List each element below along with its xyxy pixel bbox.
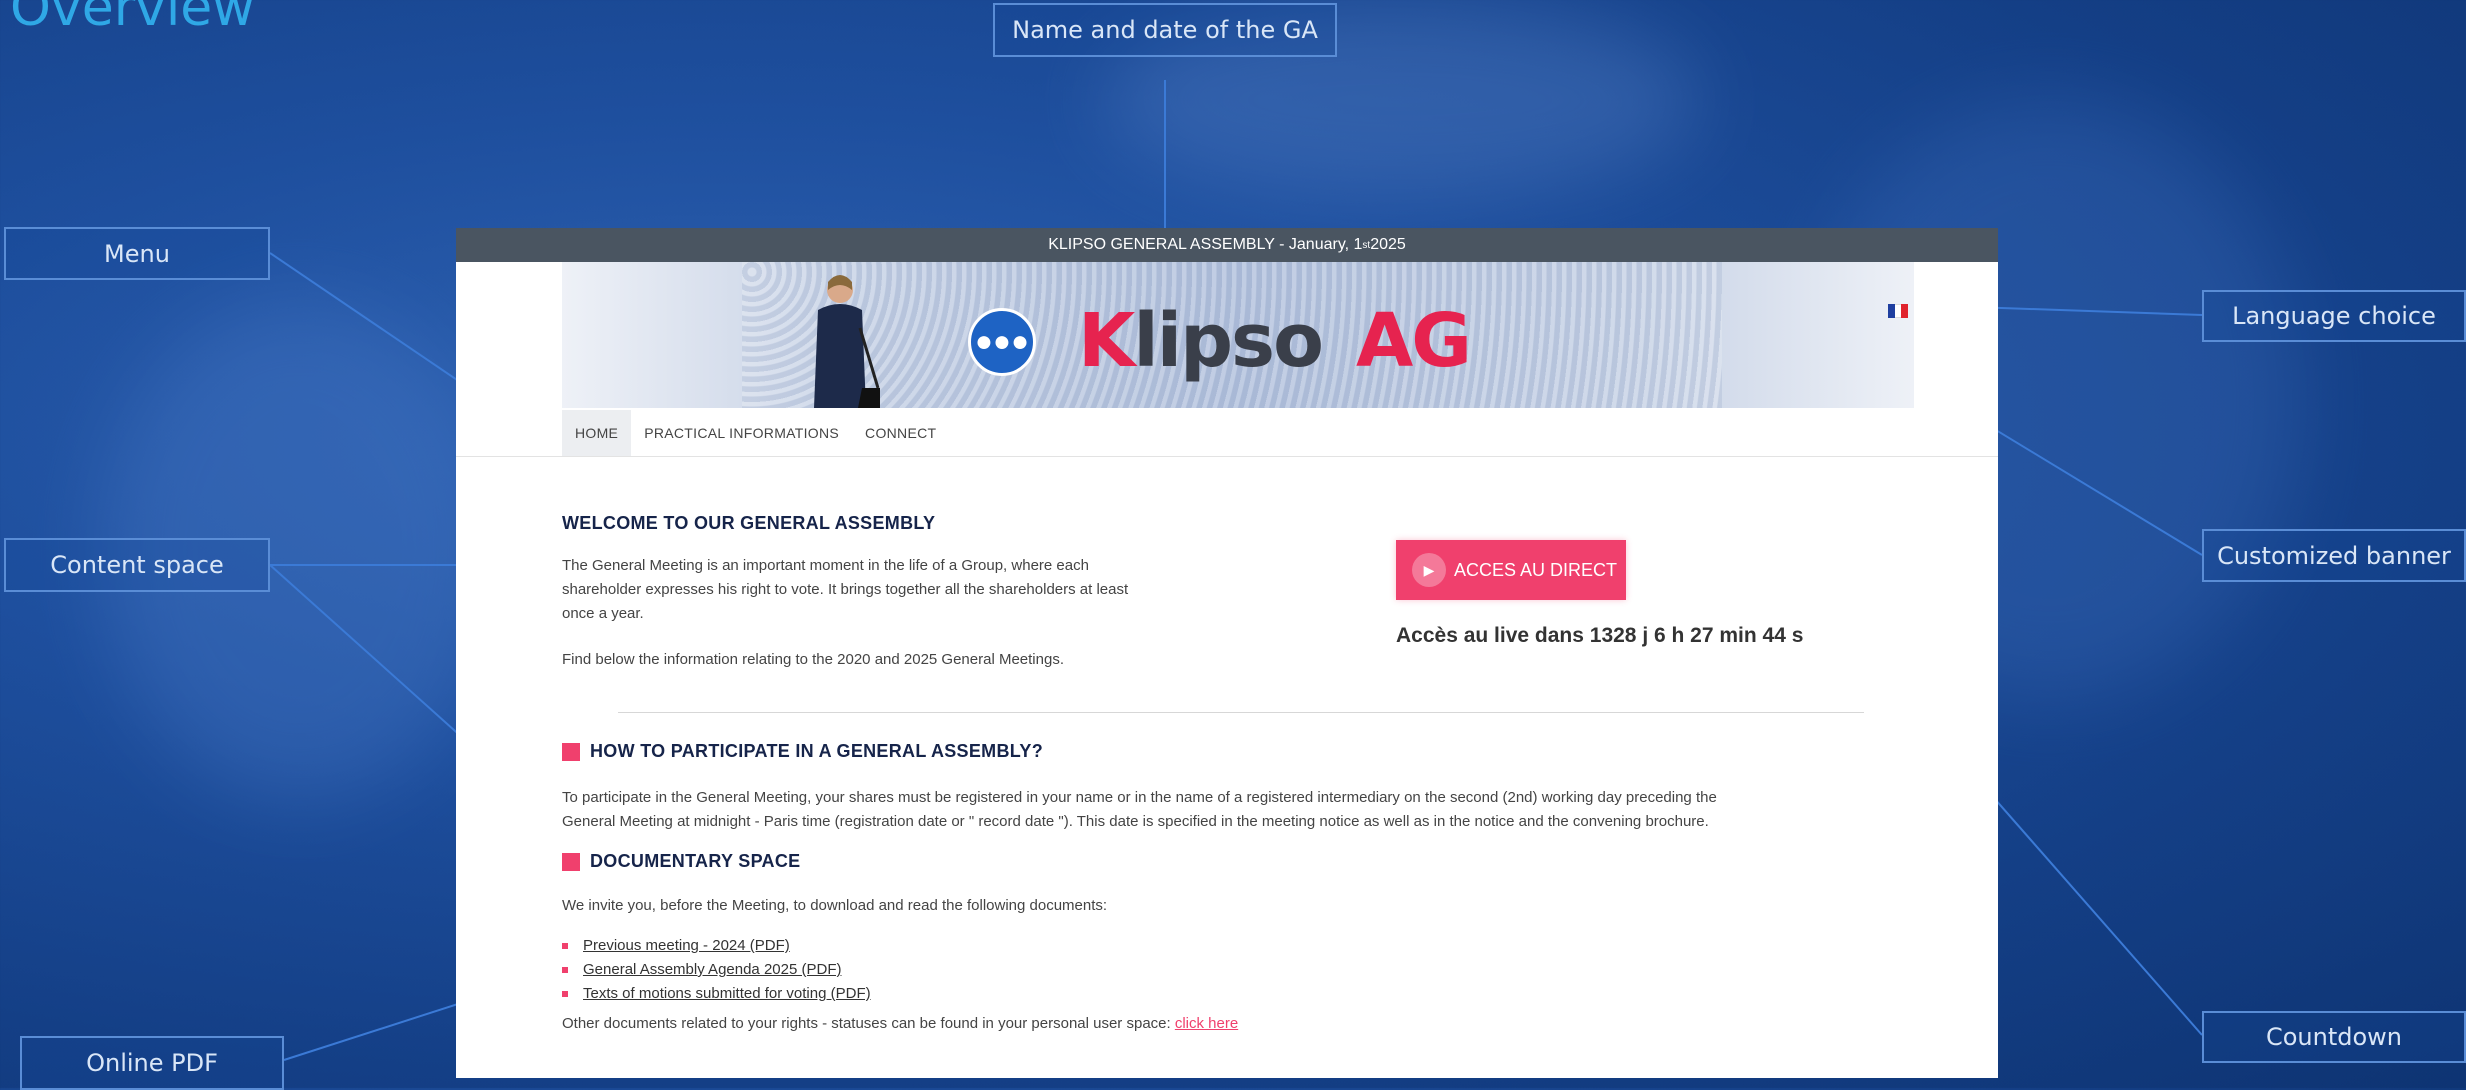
play-icon: ▶ (1412, 553, 1446, 587)
list-item: Previous meeting - 2024 (PDF) (562, 934, 871, 958)
ga-title: KLIPSO GENERAL ASSEMBLY - January, 1 (1048, 236, 1363, 253)
welcome-title: WELCOME TO OUR GENERAL ASSEMBLY (562, 513, 936, 533)
pink-square-icon (562, 852, 580, 871)
click-here-link[interactable]: click here (1175, 1015, 1238, 1032)
participate-text-line-1: To participate in the General Meeting, y… (562, 789, 1717, 806)
nav-item-practical-informations[interactable]: PRACTICAL INFORMATIONS (631, 410, 852, 456)
speaker-illustration (814, 275, 880, 408)
nav-item-home[interactable]: HOME (562, 410, 632, 456)
pink-square-icon (562, 742, 580, 761)
list-item: General Assembly Agenda 2025 (PDF) (562, 958, 871, 982)
nav-item-connect[interactable]: CONNECT (852, 410, 949, 456)
callout-language-choice: Language choice (2202, 290, 2466, 342)
group-icon: ●●● (968, 308, 1036, 376)
welcome-text-line-2: shareholder expresses his right to vote.… (562, 581, 1129, 598)
other-documents-label: Other documents related to your rights -… (562, 1015, 1175, 1032)
callout-content-space: Content space (4, 538, 270, 592)
nav-divider (456, 456, 1998, 457)
participate-title: HOW TO PARTICIPATE IN A GENERAL ASSEMBLY… (590, 741, 1043, 761)
welcome-text-line-3: once a year. (562, 605, 644, 622)
ga-title-sup: st (1362, 239, 1371, 251)
ga-title-year: 2025 (1370, 236, 1406, 253)
klipso-logo: Klipso AG (1078, 298, 1472, 384)
pdf-list: Previous meeting - 2024 (PDF) General As… (562, 934, 871, 1006)
documents-heading: DOCUMENTARY SPACE (562, 851, 800, 872)
callout-ga-name: Name and date of the GA (993, 3, 1337, 57)
callout-customized-banner: Customized banner (2202, 529, 2466, 582)
live-access-label: ACCES AU DIRECT (1454, 559, 1618, 580)
participate-heading: HOW TO PARTICIPATE IN A GENERAL ASSEMBLY… (562, 741, 1043, 762)
bullet-icon (562, 967, 568, 973)
pdf-link-previous-meeting[interactable]: Previous meeting - 2024 (PDF) (583, 934, 790, 958)
ga-title-bar: KLIPSO GENERAL ASSEMBLY - January, 1st 2… (456, 228, 1998, 262)
customized-banner: ●●● Klipso AG (562, 262, 1914, 408)
bullet-icon (562, 991, 568, 997)
callout-menu: Menu (4, 227, 270, 280)
website-mockup: KLIPSO GENERAL ASSEMBLY - January, 1st 2… (456, 228, 1998, 1078)
other-documents-text: Other documents related to your rights -… (562, 1012, 1238, 1036)
welcome-text-2: Find below the information relating to t… (562, 651, 1064, 668)
participate-text-line-2: General Meeting at midnight - Paris time… (562, 813, 1709, 830)
callout-online-pdf: Online PDF (20, 1036, 284, 1090)
live-access-button[interactable]: ▶ ACCES AU DIRECT (1396, 540, 1626, 600)
main-menu: HOME PRACTICAL INFORMATIONS CONNECT (562, 410, 949, 456)
documents-title: DOCUMENTARY SPACE (590, 851, 801, 871)
section-divider (618, 712, 1864, 713)
bullet-icon (562, 943, 568, 949)
welcome-text-line-1: The General Meeting is an important mome… (562, 557, 1089, 574)
list-item: Texts of motions submitted for voting (P… (562, 982, 871, 1006)
pdf-link-agenda[interactable]: General Assembly Agenda 2025 (PDF) (583, 958, 841, 982)
documents-intro: We invite you, before the Meeting, to do… (562, 897, 1108, 914)
countdown-timer: Accès au live dans 1328 j 6 h 27 min 44 … (1396, 624, 1804, 647)
france-flag-icon[interactable] (1888, 304, 1909, 318)
pdf-link-motions[interactable]: Texts of motions submitted for voting (P… (583, 982, 871, 1006)
callout-countdown: Countdown (2202, 1011, 2466, 1063)
